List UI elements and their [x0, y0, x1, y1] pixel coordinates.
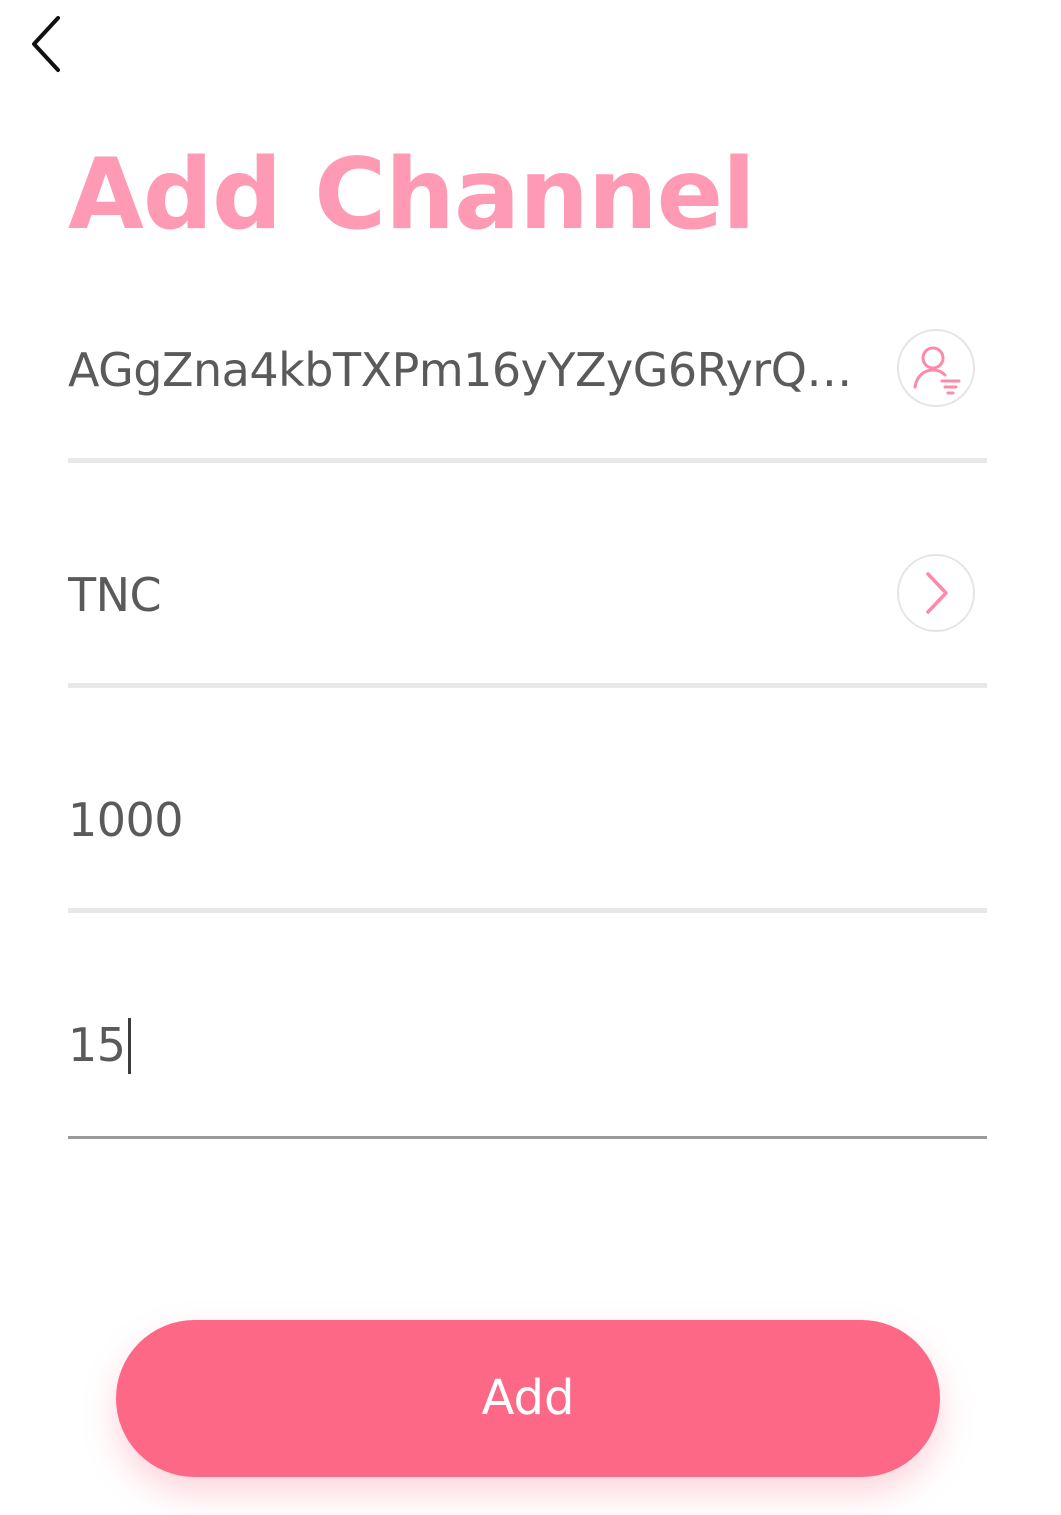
asset-underline [68, 683, 987, 688]
address-underline [68, 458, 987, 463]
fee-input-wrapper[interactable]: 15 [68, 1015, 968, 1075]
address-field[interactable]: AGgZna4kbTXPm16yYZyG6RyrQz2… [68, 320, 987, 463]
contact-select-button[interactable] [897, 329, 975, 407]
contact-select-icon [913, 346, 961, 395]
fee-underline [68, 1136, 987, 1139]
add-channel-screen: Add Channel AGgZna4kbTXPm16yYZyG6RyrQz2…… [0, 0, 1061, 1515]
chevron-left-icon [32, 16, 60, 72]
deposit-input[interactable]: 1000 [68, 790, 968, 850]
asset-select-button[interactable] [897, 554, 975, 632]
fee-input[interactable]: 15 [68, 1018, 126, 1072]
deposit-underline [68, 908, 987, 913]
address-input[interactable]: AGgZna4kbTXPm16yYZyG6RyrQz2… [68, 340, 868, 400]
back-button[interactable] [22, 12, 74, 76]
add-button[interactable]: Add [116, 1320, 940, 1477]
fee-field[interactable]: 15 [68, 995, 987, 1139]
asset-field[interactable]: TNC [68, 545, 987, 688]
asset-select[interactable]: TNC [68, 565, 868, 625]
page-title: Add Channel [68, 138, 756, 252]
deposit-field[interactable]: 1000 [68, 770, 987, 913]
text-cursor [127, 1017, 131, 1074]
chevron-right-icon [926, 572, 948, 614]
